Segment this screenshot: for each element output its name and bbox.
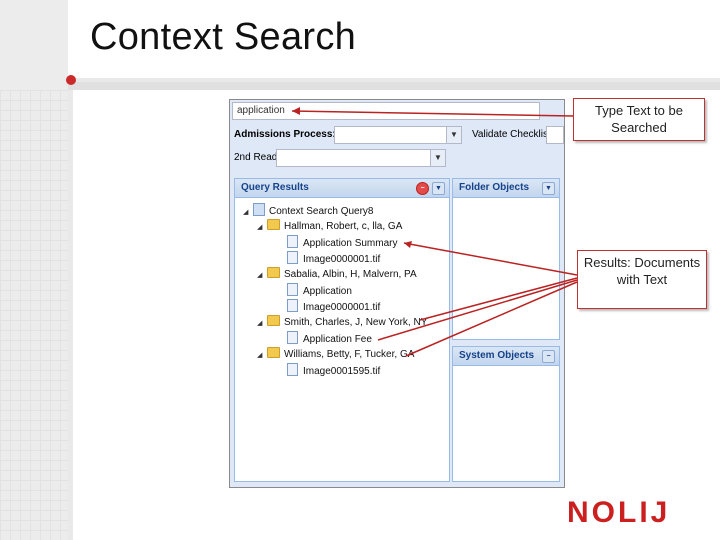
- arrow-line: [403, 242, 578, 276]
- arrow-line: [419, 277, 578, 321]
- nolij-logo: NOLIJ: [567, 496, 671, 529]
- callout-arrows: [291, 107, 578, 357]
- arrow-line: [405, 281, 578, 357]
- arrow-line: [377, 279, 578, 341]
- arrow-head: [404, 241, 412, 248]
- arrow-line: [291, 110, 574, 117]
- arrow-head: [292, 107, 300, 115]
